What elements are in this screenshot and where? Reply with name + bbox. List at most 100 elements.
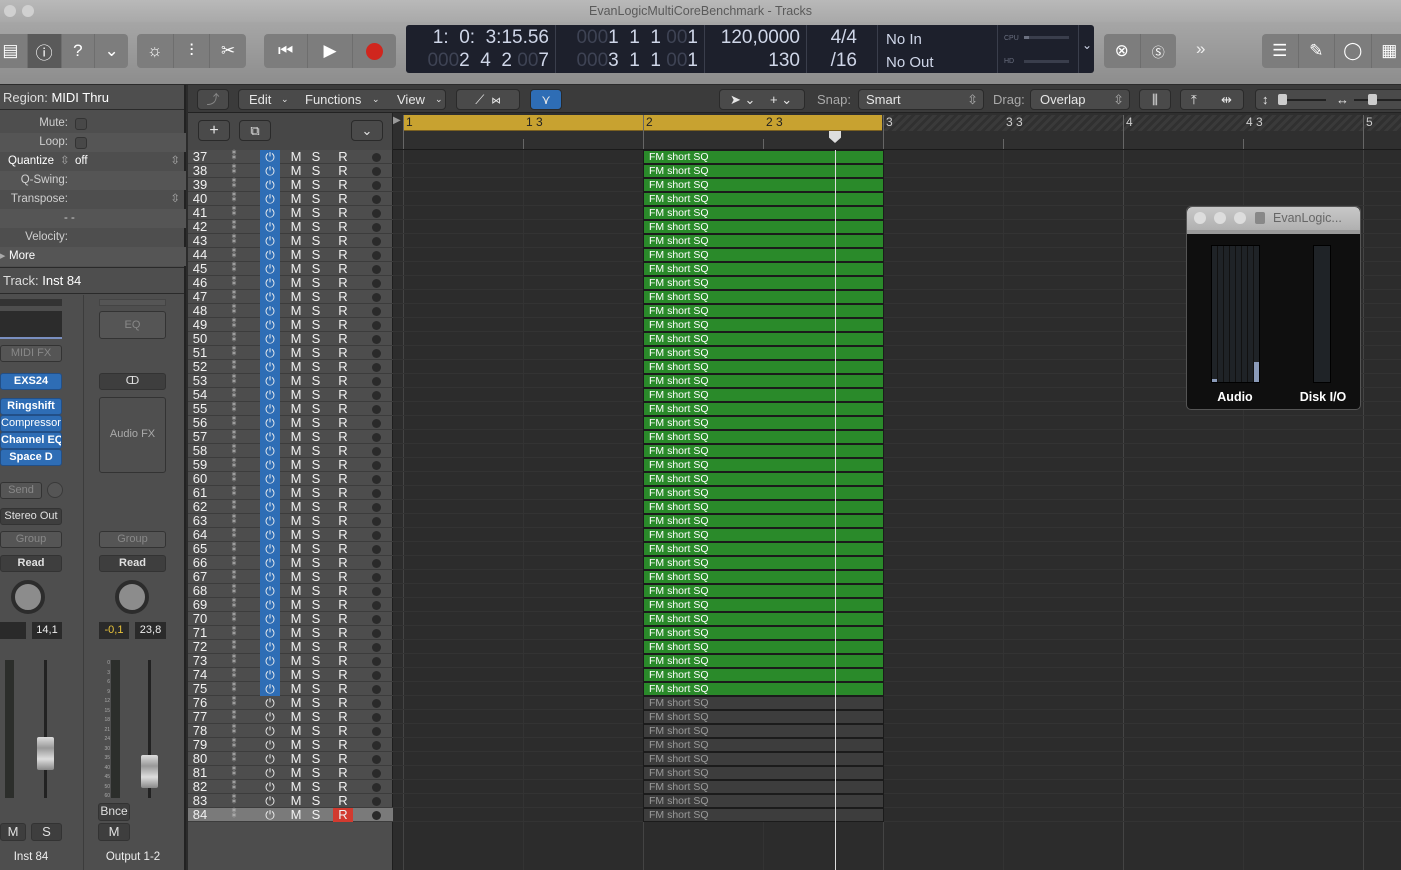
record-enable-button[interactable]: R <box>333 584 353 598</box>
power-icon[interactable]: ⏻ <box>260 192 280 206</box>
input-monitor-dot[interactable] <box>372 377 381 386</box>
input-monitor-dot[interactable] <box>372 405 381 414</box>
mute-track-button[interactable]: M <box>286 640 306 654</box>
midi-region[interactable]: FM short SQ <box>643 388 884 402</box>
solo-track-button[interactable]: S <box>306 766 326 780</box>
solo-track-button[interactable]: S <box>306 654 326 668</box>
midi-region[interactable]: FM short SQ <box>643 346 884 360</box>
power-icon[interactable]: ⏻ <box>260 318 280 332</box>
ruler[interactable]: 1 1 3 2 2 3 3 3 3 4 4 3 5 ▶ <box>393 113 1401 150</box>
zoom-fit-buttons[interactable]: ⤒ ⇹ <box>1180 89 1244 110</box>
solo-icon[interactable]: Ⓢ <box>1141 34 1177 68</box>
input-monitor-dot[interactable] <box>372 783 381 792</box>
automation-flex-buttons[interactable]: ⟋ ⋈ <box>456 89 520 110</box>
solo-track-button[interactable]: S <box>306 682 326 696</box>
input-monitor-dot[interactable] <box>372 349 381 358</box>
solo-track-button[interactable]: S <box>306 290 326 304</box>
solo-track-button[interactable]: S <box>306 402 326 416</box>
solo-track-button[interactable]: S <box>306 164 326 178</box>
power-icon[interactable]: ⏻ <box>260 640 280 654</box>
record-enable-button[interactable]: R <box>333 318 353 332</box>
record-enable-button[interactable]: R <box>333 794 353 808</box>
track-header-row[interactable]: 50 ⁑ ⏻ M S R <box>188 332 393 346</box>
input-monitor-dot[interactable] <box>372 601 381 610</box>
track-header-row[interactable]: 61 ⁑ ⏻ M S R <box>188 486 393 500</box>
solo-track-button[interactable]: S <box>306 542 326 556</box>
input-monitor-dot[interactable] <box>372 335 381 344</box>
midi-region[interactable]: FM short SQ <box>643 234 884 248</box>
input-monitor-dot[interactable] <box>372 447 381 456</box>
mixer-icon[interactable]: ⫶ <box>174 34 211 68</box>
mute-track-button[interactable]: M <box>286 542 306 556</box>
settings-bar-2[interactable] <box>99 299 166 306</box>
track-header-row[interactable]: 73 ⁑ ⏻ M S R <box>188 654 393 668</box>
add-track-icon[interactable]: + <box>198 120 230 141</box>
mute-track-button[interactable]: M <box>286 346 306 360</box>
solo-track-button[interactable]: S <box>306 430 326 444</box>
power-icon[interactable]: ⏻ <box>260 290 280 304</box>
record-enable-button[interactable]: R <box>333 668 353 682</box>
record-enable-button[interactable]: R <box>333 374 353 388</box>
lcd-menu-chevron-icon[interactable]: ⌄ <box>1082 38 1092 52</box>
list-editors-icon[interactable]: ☰ <box>1262 34 1299 68</box>
track-header-row[interactable]: 80 ⁑ ⏻ M S R <box>188 752 393 766</box>
track-header-row[interactable]: 43 ⁑ ⏻ M S R <box>188 234 393 248</box>
power-icon[interactable]: ⏻ <box>260 332 280 346</box>
midi-region[interactable]: FM short SQ <box>643 220 884 234</box>
record-enable-button[interactable]: R <box>333 542 353 556</box>
power-icon[interactable]: ⏻ <box>260 766 280 780</box>
track-header-row[interactable]: 55 ⁑ ⏻ M S R <box>188 402 393 416</box>
midi-region[interactable]: FM short SQ <box>643 290 884 304</box>
solo-track-button[interactable]: S <box>306 500 326 514</box>
power-icon[interactable]: ⏻ <box>260 374 280 388</box>
input-monitor-dot[interactable] <box>372 251 381 260</box>
track-header-row[interactable]: 57 ⁑ ⏻ M S R <box>188 430 393 444</box>
input-monitor-dot[interactable] <box>372 181 381 190</box>
track-header-row[interactable]: 39 ⁑ ⏻ M S R <box>188 178 393 192</box>
audio-fx-slot-3[interactable]: Channel EQ <box>0 432 62 449</box>
midi-region[interactable]: FM short SQ <box>643 486 884 500</box>
track-header-row[interactable]: 37 ⁑ ⏻ M S R <box>188 150 393 164</box>
record-enable-button[interactable]: R <box>333 682 353 696</box>
input-monitor-dot[interactable] <box>372 503 381 512</box>
catch-playhead-icon[interactable]: ⋎ <box>530 89 562 110</box>
lcd-display[interactable]: 1: 0: 3:15.56 0002 4 2 007 0001 1 1 001 … <box>406 25 1094 73</box>
power-icon[interactable]: ⏻ <box>260 514 280 528</box>
solo-track-button[interactable]: S <box>306 738 326 752</box>
disclosure-triangle-icon[interactable]: ▶ <box>0 247 5 266</box>
power-icon[interactable]: ⏻ <box>260 682 280 696</box>
quantize-row[interactable]: Quantize ⇳ off ⇳ <box>0 152 186 171</box>
solo-track-button[interactable]: S <box>306 780 326 794</box>
track-header-row[interactable]: 49 ⁑ ⏻ M S R <box>188 318 393 332</box>
input-monitor-dot[interactable] <box>372 573 381 582</box>
lcd-tempo[interactable]: 120,0000 <box>721 26 800 49</box>
midi-fx-slot[interactable]: MIDI FX <box>0 345 62 362</box>
power-icon[interactable]: ⏻ <box>260 696 280 710</box>
track-header-row[interactable]: 81 ⁑ ⏻ M S R <box>188 766 393 780</box>
midi-region[interactable]: FM short SQ <box>643 150 884 164</box>
power-icon[interactable]: ⏻ <box>260 654 280 668</box>
input-monitor-dot[interactable] <box>372 615 381 624</box>
solo-track-button[interactable]: S <box>306 724 326 738</box>
mute-track-button[interactable]: M <box>286 584 306 598</box>
power-icon[interactable]: ⏻ <box>260 402 280 416</box>
track-header-row[interactable]: 82 ⁑ ⏻ M S R <box>188 780 393 794</box>
waveform-zoom-icon[interactable]: ⫼ <box>1139 89 1171 110</box>
power-icon[interactable]: ⏻ <box>260 276 280 290</box>
send-slot[interactable]: Send <box>0 482 42 499</box>
mute-track-button[interactable]: M <box>286 234 306 248</box>
mute-track-button[interactable]: M <box>286 486 306 500</box>
solo-track-button[interactable]: S <box>306 598 326 612</box>
stereo-link-button[interactable]: ↀ <box>99 373 166 390</box>
track-header-row[interactable]: 66 ⁑ ⏻ M S R <box>188 556 393 570</box>
audio-fx-slot-4[interactable]: Space D <box>0 449 62 466</box>
lcd-division[interactable]: /16 <box>831 49 857 72</box>
track-header-row[interactable]: 77 ⁑ ⏻ M S R <box>188 710 393 724</box>
inspector-icon[interactable]: ⓘ <box>27 34 62 68</box>
pointer-tool-icon[interactable]: ➤ ⌄ <box>730 90 755 109</box>
solo-track-button[interactable]: S <box>306 570 326 584</box>
mute-track-button[interactable]: M <box>286 262 306 276</box>
note-pad-icon[interactable]: ✎ <box>1299 34 1335 68</box>
power-icon[interactable]: ⏻ <box>260 388 280 402</box>
power-icon[interactable]: ⏻ <box>260 724 280 738</box>
